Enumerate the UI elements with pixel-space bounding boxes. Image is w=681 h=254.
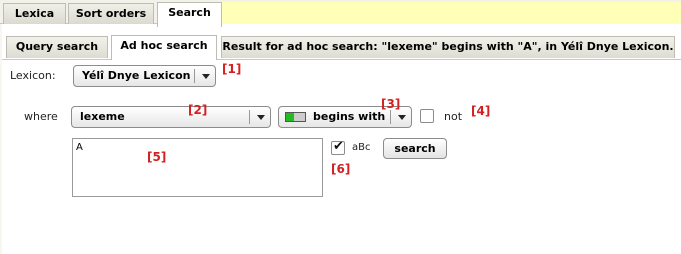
marker-2: [2] [188,103,208,117]
field-select[interactable]: lexeme [71,106,271,128]
tab-search[interactable]: Search [157,2,222,27]
where-label: where [24,110,58,123]
tab-sort-orders-label: Sort orders [75,7,147,20]
tab-query-search[interactable]: Query search [6,36,108,58]
tab-ad-hoc-search[interactable]: Ad hoc search [111,35,217,60]
tab-bar-strip [222,2,681,24]
marker-5: [5] [147,150,167,164]
field-select-value: lexeme [80,110,125,123]
lexicon-select-value: Yélî Dnye Lexicon [82,69,191,82]
operator-select-value: begins with [313,110,386,123]
case-sensitive-checkbox[interactable] [331,139,345,155]
chevron-down-icon [257,115,265,120]
marker-4: [4] [471,104,491,118]
tab-search-result[interactable]: Result for ad hoc search: "lexeme" begin… [221,36,675,58]
chevron-down-icon [202,74,210,79]
marker-6: [6] [331,162,351,176]
tab-sort-orders[interactable]: Sort orders [68,3,154,25]
select-separator [194,69,195,83]
search-button[interactable]: search [383,138,447,159]
top-tab-bar: Lexica Sort orders Search [0,0,681,27]
marker-3: [3] [381,97,401,111]
select-separator [390,110,391,124]
tab-lexica[interactable]: Lexica [3,3,66,25]
tab-lexica-label: Lexica [14,7,55,20]
sub-tab-bar: Query search Ad hoc search Result for ad… [2,34,681,60]
chevron-down-icon [398,115,406,120]
tab-ad-hoc-search-label: Ad hoc search [120,39,208,52]
not-label: not [444,110,463,123]
search-button-label: search [394,142,436,155]
match-indicator-icon [285,112,306,122]
marker-1: [1] [222,62,242,76]
query-text: A [76,142,83,153]
tab-search-label: Search [168,6,211,19]
not-checkbox[interactable] [420,109,434,123]
tab-search-result-label: Result for ad hoc search: "lexeme" begin… [222,40,674,53]
match-indicator-fill [286,113,294,121]
case-sensitive-label: aBc [352,142,371,153]
sub-tab-divider [2,59,681,60]
query-textarea[interactable]: A [72,138,323,197]
lexicon-label: Lexicon: [10,69,56,82]
tab-query-search-label: Query search [15,40,99,53]
select-separator [249,110,250,124]
lexicon-select[interactable]: Yélî Dnye Lexicon [73,65,216,87]
